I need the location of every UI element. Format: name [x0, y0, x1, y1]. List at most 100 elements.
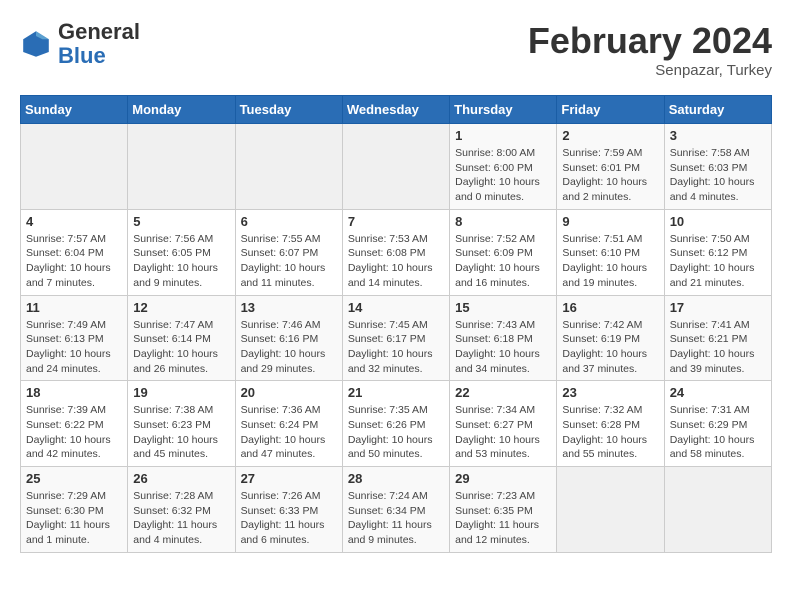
day-info: Sunrise: 7:51 AMSunset: 6:10 PMDaylight:…: [562, 232, 658, 291]
day-number: 2: [562, 128, 658, 143]
day-number: 27: [241, 471, 337, 486]
weekday-header-wednesday: Wednesday: [342, 96, 449, 124]
day-info: Sunrise: 7:43 AMSunset: 6:18 PMDaylight:…: [455, 318, 551, 377]
day-info: Sunrise: 7:31 AMSunset: 6:29 PMDaylight:…: [670, 403, 766, 462]
calendar-cell: 24 Sunrise: 7:31 AMSunset: 6:29 PMDayligh…: [664, 381, 771, 467]
day-info: Sunrise: 7:59 AMSunset: 6:01 PMDaylight:…: [562, 146, 658, 205]
weekday-header-sunday: Sunday: [21, 96, 128, 124]
calendar-cell: 6 Sunrise: 7:55 AMSunset: 6:07 PMDaylight…: [235, 209, 342, 295]
location-subtitle: Senpazar, Turkey: [528, 62, 772, 79]
calendar-cell: [235, 124, 342, 210]
weekday-header-tuesday: Tuesday: [235, 96, 342, 124]
calendar-cell: 25 Sunrise: 7:29 AMSunset: 6:30 PMDayligh…: [21, 467, 128, 553]
calendar-cell: [557, 467, 664, 553]
day-info: Sunrise: 7:28 AMSunset: 6:32 PMDaylight:…: [133, 489, 229, 548]
day-number: 3: [670, 128, 766, 143]
calendar-cell: 1 Sunrise: 8:00 AMSunset: 6:00 PMDaylight…: [450, 124, 557, 210]
day-number: 22: [455, 385, 551, 400]
day-info: Sunrise: 7:56 AMSunset: 6:05 PMDaylight:…: [133, 232, 229, 291]
day-number: 26: [133, 471, 229, 486]
weekday-header-friday: Friday: [557, 96, 664, 124]
day-number: 21: [348, 385, 444, 400]
day-info: Sunrise: 7:53 AMSunset: 6:08 PMDaylight:…: [348, 232, 444, 291]
calendar-cell: [21, 124, 128, 210]
day-info: Sunrise: 7:45 AMSunset: 6:17 PMDaylight:…: [348, 318, 444, 377]
calendar-cell: 11 Sunrise: 7:49 AMSunset: 6:13 PMDayligh…: [21, 295, 128, 381]
day-number: 19: [133, 385, 229, 400]
calendar-cell: 28 Sunrise: 7:24 AMSunset: 6:34 PMDayligh…: [342, 467, 449, 553]
day-info: Sunrise: 7:29 AMSunset: 6:30 PMDaylight:…: [26, 489, 122, 548]
calendar-cell: 21 Sunrise: 7:35 AMSunset: 6:26 PMDayligh…: [342, 381, 449, 467]
calendar-cell: 27 Sunrise: 7:26 AMSunset: 6:33 PMDayligh…: [235, 467, 342, 553]
day-number: 24: [670, 385, 766, 400]
calendar-cell: 2 Sunrise: 7:59 AMSunset: 6:01 PMDaylight…: [557, 124, 664, 210]
day-number: 25: [26, 471, 122, 486]
day-number: 18: [26, 385, 122, 400]
logo: General Blue: [20, 20, 140, 68]
calendar-cell: 15Sunrise: 7:43 AMSunset: 6:18 PMDayligh…: [450, 295, 557, 381]
day-number: 13: [241, 300, 337, 315]
calendar-cell: 16Sunrise: 7:42 AMSunset: 6:19 PMDayligh…: [557, 295, 664, 381]
day-info: Sunrise: 7:38 AMSunset: 6:23 PMDaylight:…: [133, 403, 229, 462]
day-number: 20: [241, 385, 337, 400]
day-info: Sunrise: 7:42 AMSunset: 6:19 PMDaylight:…: [562, 318, 658, 377]
day-number: 10: [670, 214, 766, 229]
calendar-cell: 23Sunrise: 7:32 AMSunset: 6:28 PMDayligh…: [557, 381, 664, 467]
weekday-header-thursday: Thursday: [450, 96, 557, 124]
day-number: 23: [562, 385, 658, 400]
day-info: Sunrise: 7:24 AMSunset: 6:34 PMDaylight:…: [348, 489, 444, 548]
day-number: 4: [26, 214, 122, 229]
week-row-4: 18 Sunrise: 7:39 AMSunset: 6:22 PMDayligh…: [21, 381, 772, 467]
week-row-1: 1 Sunrise: 8:00 AMSunset: 6:00 PMDaylight…: [21, 124, 772, 210]
logo-blue: Blue: [58, 43, 106, 68]
weekday-header-monday: Monday: [128, 96, 235, 124]
day-number: 6: [241, 214, 337, 229]
day-info: Sunrise: 7:35 AMSunset: 6:26 PMDaylight:…: [348, 403, 444, 462]
calendar-cell: [128, 124, 235, 210]
week-row-3: 11 Sunrise: 7:49 AMSunset: 6:13 PMDayligh…: [21, 295, 772, 381]
calendar-cell: 19 Sunrise: 7:38 AMSunset: 6:23 PMDayligh…: [128, 381, 235, 467]
calendar-cell: [342, 124, 449, 210]
calendar-cell: 29 Sunrise: 7:23 AMSunset: 6:35 PMDayligh…: [450, 467, 557, 553]
day-number: 28: [348, 471, 444, 486]
logo-icon: [20, 28, 52, 60]
calendar-cell: 8Sunrise: 7:52 AMSunset: 6:09 PMDaylight…: [450, 209, 557, 295]
day-info: Sunrise: 7:50 AMSunset: 6:12 PMDaylight:…: [670, 232, 766, 291]
calendar-body: 1 Sunrise: 8:00 AMSunset: 6:00 PMDaylight…: [21, 124, 772, 553]
day-number: 9: [562, 214, 658, 229]
day-info: Sunrise: 7:47 AMSunset: 6:14 PMDaylight:…: [133, 318, 229, 377]
calendar-cell: 12Sunrise: 7:47 AMSunset: 6:14 PMDayligh…: [128, 295, 235, 381]
calendar-cell: 7 Sunrise: 7:53 AMSunset: 6:08 PMDaylight…: [342, 209, 449, 295]
day-info: Sunrise: 7:26 AMSunset: 6:33 PMDaylight:…: [241, 489, 337, 548]
weekday-header-saturday: Saturday: [664, 96, 771, 124]
day-info: Sunrise: 8:00 AMSunset: 6:00 PMDaylight:…: [455, 146, 551, 205]
calendar-cell: 14 Sunrise: 7:45 AMSunset: 6:17 PMDayligh…: [342, 295, 449, 381]
day-number: 5: [133, 214, 229, 229]
day-info: Sunrise: 7:46 AMSunset: 6:16 PMDaylight:…: [241, 318, 337, 377]
day-number: 17: [670, 300, 766, 315]
calendar-cell: 22 Sunrise: 7:34 AMSunset: 6:27 PMDayligh…: [450, 381, 557, 467]
calendar-cell: [664, 467, 771, 553]
weekday-header-row: SundayMondayTuesdayWednesdayThursdayFrid…: [21, 96, 772, 124]
day-info: Sunrise: 7:23 AMSunset: 6:35 PMDaylight:…: [455, 489, 551, 548]
calendar-cell: 17 Sunrise: 7:41 AMSunset: 6:21 PMDayligh…: [664, 295, 771, 381]
day-info: Sunrise: 7:58 AMSunset: 6:03 PMDaylight:…: [670, 146, 766, 205]
calendar-cell: 13 Sunrise: 7:46 AMSunset: 6:16 PMDayligh…: [235, 295, 342, 381]
day-number: 14: [348, 300, 444, 315]
day-info: Sunrise: 7:36 AMSunset: 6:24 PMDaylight:…: [241, 403, 337, 462]
day-number: 11: [26, 300, 122, 315]
calendar-cell: 20 Sunrise: 7:36 AMSunset: 6:24 PMDayligh…: [235, 381, 342, 467]
day-number: 7: [348, 214, 444, 229]
day-number: 1: [455, 128, 551, 143]
calendar-table: SundayMondayTuesdayWednesdayThursdayFrid…: [20, 95, 772, 553]
day-number: 29: [455, 471, 551, 486]
day-info: Sunrise: 7:39 AMSunset: 6:22 PMDaylight:…: [26, 403, 122, 462]
day-info: Sunrise: 7:55 AMSunset: 6:07 PMDaylight:…: [241, 232, 337, 291]
week-row-2: 4Sunrise: 7:57 AMSunset: 6:04 PMDaylight…: [21, 209, 772, 295]
title-block: February 2024 Senpazar, Turkey: [528, 20, 772, 79]
day-number: 8: [455, 214, 551, 229]
day-info: Sunrise: 7:41 AMSunset: 6:21 PMDaylight:…: [670, 318, 766, 377]
day-info: Sunrise: 7:34 AMSunset: 6:27 PMDaylight:…: [455, 403, 551, 462]
day-info: Sunrise: 7:49 AMSunset: 6:13 PMDaylight:…: [26, 318, 122, 377]
calendar-cell: 9 Sunrise: 7:51 AMSunset: 6:10 PMDaylight…: [557, 209, 664, 295]
